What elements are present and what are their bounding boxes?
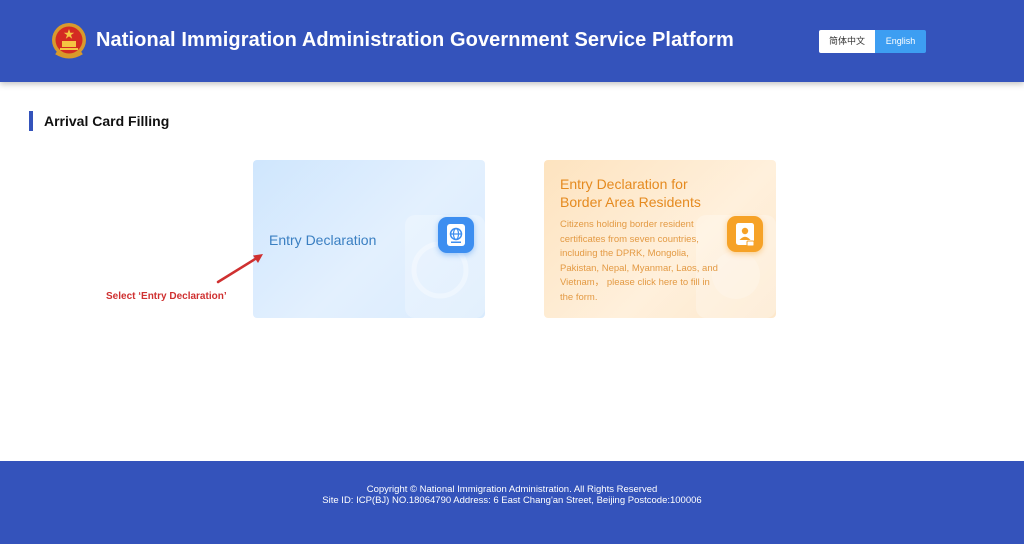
annotation-text: Select ‘Entry Declaration’ <box>106 291 227 302</box>
entry-declaration-card[interactable]: Entry Declaration <box>253 160 485 318</box>
entry-declaration-label: Entry Declaration <box>269 232 377 248</box>
lang-chinese-button[interactable]: 简体中文 <box>819 30 875 53</box>
border-residents-card[interactable]: Entry Declaration for Border Area Reside… <box>544 160 776 318</box>
site-title: National Immigration Administration Gove… <box>96 29 734 51</box>
site-footer: Copyright © National Immigration Adminis… <box>0 461 1024 544</box>
language-switch: 简体中文 English <box>819 30 926 53</box>
annotation-arrow-icon <box>216 254 263 284</box>
page-title: Arrival Card Filling <box>44 113 170 129</box>
lang-english-button[interactable]: English <box>875 30 926 53</box>
site-header: National Immigration Administration Gove… <box>0 0 1024 82</box>
footer-site-info: Site ID: ICP(BJ) NO.18064790 Address: 6 … <box>322 495 702 506</box>
national-emblem-icon[interactable] <box>50 21 88 61</box>
border-residents-description: Citizens holding border resident certifi… <box>560 219 718 303</box>
section-title-marker <box>29 111 33 131</box>
id-card-icon <box>727 216 763 252</box>
passport-globe-icon <box>438 217 474 253</box>
border-residents-title: Entry Declaration for Border Area Reside… <box>560 176 701 210</box>
